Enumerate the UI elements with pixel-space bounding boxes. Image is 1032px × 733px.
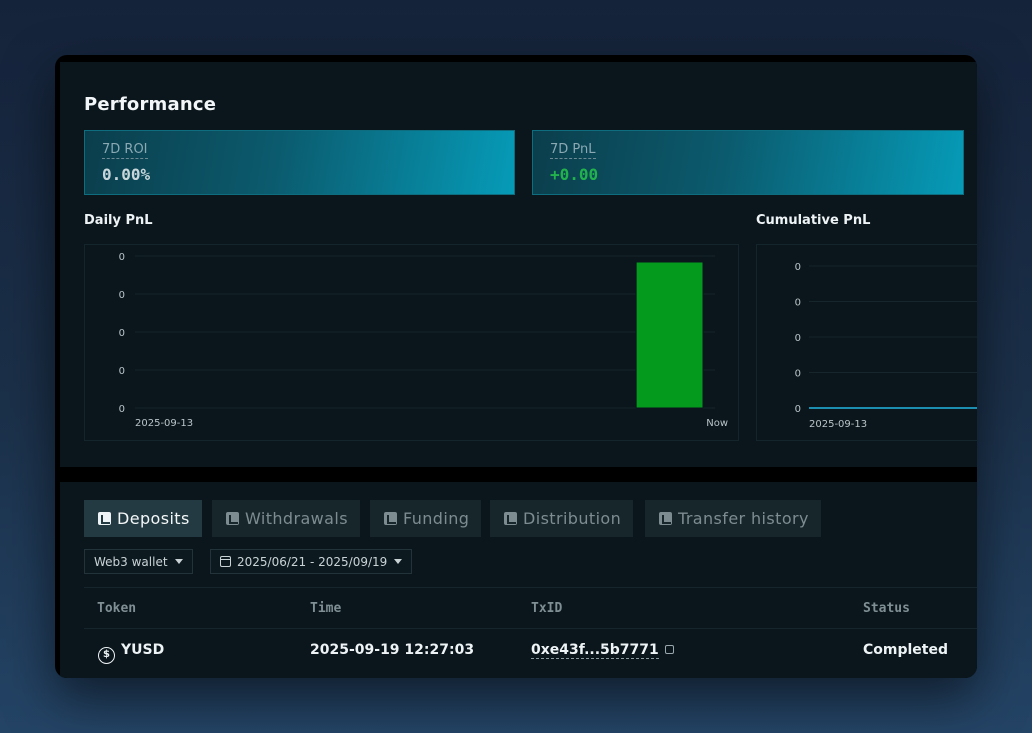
daily-pnl-label: Daily PnL	[84, 213, 153, 228]
txid-link[interactable]: 0xe43f...5b7771	[531, 642, 659, 659]
y-tick-label: 0	[795, 333, 801, 344]
x-tick-label: 2025-09-13	[809, 419, 867, 430]
time-cell: 2025-09-19 12:27:03	[310, 642, 475, 658]
date-range-value: 2025/06/21 - 2025/09/19	[237, 554, 388, 569]
tab-label: Distribution	[523, 509, 622, 528]
table-row: $ YUSD 2025-09-19 12:27:03 0xe43f...5b777…	[84, 630, 977, 670]
app-window: Performance 7D ROI 0.00% 7D PnL +0.00 Da…	[55, 55, 977, 678]
tab-label: Deposits	[117, 509, 190, 528]
status-cell: Completed	[863, 642, 949, 658]
download-icon	[98, 512, 111, 525]
cumulative-pnl-label: Cumulative PnL	[756, 213, 871, 228]
x-tick-label: Now	[706, 418, 728, 429]
column-header-token: Token	[97, 601, 137, 616]
cumulative-pnl-chart: 0 0 0 0 0 2025-09-13	[756, 244, 977, 441]
roi-label[interactable]: 7D ROI	[102, 142, 148, 159]
chevron-down-icon	[174, 559, 183, 564]
y-tick-label: 0	[119, 404, 125, 415]
roi-card: 7D ROI 0.00%	[84, 130, 515, 195]
y-tick-label: 0	[119, 366, 125, 377]
tab-label: Transfer history	[678, 509, 809, 528]
tab-transfer-history[interactable]: Transfer history	[645, 500, 821, 537]
chevron-down-icon	[394, 559, 403, 564]
column-header-status: Status	[863, 601, 910, 616]
column-header-txid: TxID	[531, 601, 563, 616]
pnl-card: 7D PnL +0.00	[532, 130, 964, 195]
y-tick-label: 0	[795, 298, 801, 309]
pnl-bar	[635, 261, 704, 409]
page-title: Performance	[84, 94, 217, 115]
y-tick-label: 0	[795, 369, 801, 380]
calendar-icon	[220, 556, 231, 567]
tab-label: Withdrawals	[245, 509, 348, 528]
tab-distribution[interactable]: Distribution	[490, 500, 634, 537]
y-tick-label: 0	[119, 328, 125, 339]
table-header: Token Time TxID Status	[84, 587, 977, 629]
upload-icon	[226, 512, 239, 525]
tab-label: Funding	[403, 509, 470, 528]
daily-pnl-chart: 0 0 0 0 0 2025-09-13 Now	[84, 244, 739, 441]
tab-deposits[interactable]: Deposits	[84, 500, 202, 537]
y-tick-label: 0	[119, 290, 125, 301]
y-tick-label: 0	[119, 252, 125, 263]
database-icon	[504, 512, 517, 525]
copy-icon[interactable]	[664, 645, 674, 654]
token-cell: $ YUSD	[98, 642, 164, 664]
roi-value: 0.00%	[102, 165, 151, 184]
cumulative-pnl-svg: 0 0 0 0 0 2025-09-13	[795, 262, 977, 430]
column-header-time: Time	[310, 601, 342, 616]
wallet-select-value: Web3 wallet	[94, 554, 168, 569]
transfer-icon	[659, 512, 672, 525]
document-icon	[384, 512, 397, 525]
dollar-coin-icon: $	[98, 647, 115, 664]
date-range-picker[interactable]: 2025/06/21 - 2025/09/19	[210, 549, 413, 574]
txid-cell: 0xe43f...5b7771	[531, 642, 674, 659]
pnl-value: +0.00	[550, 165, 599, 184]
x-tick-label: 2025-09-13	[135, 418, 193, 429]
pnl-label[interactable]: 7D PnL	[550, 142, 596, 159]
performance-panel: Performance 7D ROI 0.00% 7D PnL +0.00 Da…	[60, 62, 977, 467]
y-tick-label: 0	[795, 404, 801, 415]
token-name: YUSD	[121, 642, 165, 658]
history-panel: Deposits Withdrawals Funding Distributio…	[60, 482, 977, 678]
tab-funding[interactable]: Funding	[370, 500, 482, 537]
tab-withdrawals[interactable]: Withdrawals	[212, 500, 360, 537]
wallet-select[interactable]: Web3 wallet	[84, 549, 193, 574]
y-tick-label: 0	[795, 262, 801, 273]
daily-pnl-svg: 0 0 0 0 0 2025-09-13 Now	[119, 252, 728, 429]
